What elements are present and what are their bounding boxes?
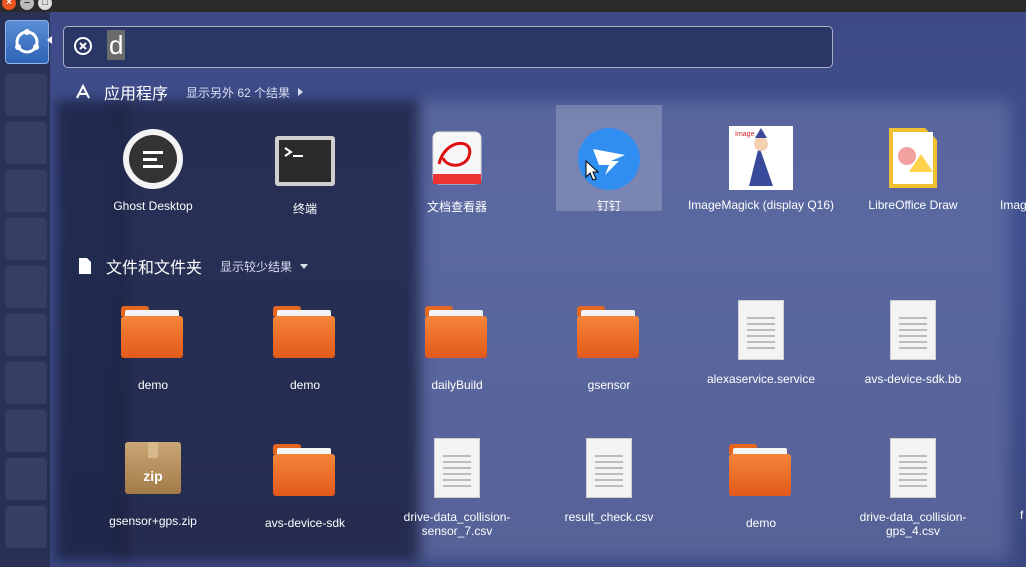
app-imagemagick[interactable]: Image ImageMagick (display Q16) xyxy=(686,126,836,212)
terminal-icon xyxy=(273,130,337,194)
app-label: 终端 xyxy=(292,202,317,216)
file-item[interactable]: f xyxy=(990,436,1026,522)
launcher-settings-icon[interactable] xyxy=(5,266,47,308)
file-item[interactable]: zip gsensor+gps.zip xyxy=(78,436,228,528)
app-ghost-desktop[interactable]: Ghost Desktop xyxy=(78,127,228,213)
file-item[interactable]: dailyBuild xyxy=(382,298,532,392)
mouse-cursor-icon xyxy=(585,160,599,181)
clear-search-icon[interactable] xyxy=(74,37,92,55)
file-category-icon xyxy=(79,258,91,274)
app-label: Ghost Desktop xyxy=(113,199,193,213)
launcher-amazon-icon[interactable] xyxy=(5,218,47,260)
file-item[interactable]: avs-device-sdk xyxy=(230,436,380,530)
launcher-chrome-icon[interactable] xyxy=(5,314,47,356)
file-label: avs-device-sdk.bb xyxy=(864,372,962,386)
file-item[interactable]: drive-data_collision-gps_4.csv xyxy=(838,436,988,538)
ubuntu-logo-icon xyxy=(15,29,39,54)
search-box[interactable]: d xyxy=(63,26,833,68)
folder-icon xyxy=(273,306,337,370)
file-item[interactable]: demo xyxy=(686,436,836,530)
close-window-button[interactable]: × xyxy=(2,0,16,10)
dash-indicator-icon xyxy=(47,36,52,44)
app-dingtalk[interactable]: 钉钉 xyxy=(534,127,684,213)
file-label: demo xyxy=(137,378,169,392)
libreoffice-draw-icon xyxy=(881,126,945,190)
app-image-viewer[interactable]: Imag xyxy=(990,126,1026,212)
launcher-terminal-icon[interactable] xyxy=(5,362,47,404)
launcher-app-icon[interactable] xyxy=(5,506,47,548)
file-item[interactable]: drive-data_collision-sensor_7.csv xyxy=(382,436,532,538)
applications-title: 应用程序 xyxy=(104,86,169,103)
launcher-firefox-icon[interactable] xyxy=(5,122,47,164)
text-file-icon xyxy=(577,438,641,502)
files-header: 文件和文件夹 显示较少结果 xyxy=(76,254,309,278)
file-label: dailyBuild xyxy=(431,378,483,392)
file-label: result_check.csv xyxy=(564,510,654,524)
imagemagick-icon: Image xyxy=(729,126,793,190)
file-item[interactable]: result_check.csv xyxy=(534,436,684,524)
text-file-icon xyxy=(425,438,489,502)
file-label: gsensor xyxy=(587,378,631,392)
text-file-icon xyxy=(881,438,945,502)
app-label: 钉钉 xyxy=(596,199,621,213)
file-label: drive-data_collision-sensor_7.csv xyxy=(403,510,511,538)
launcher-files-icon[interactable] xyxy=(5,74,47,116)
applications-header: 应用程序 显示另外 62 个结果 xyxy=(74,80,304,104)
zip-archive-icon: zip xyxy=(121,442,185,506)
window-controls: × – □ xyxy=(2,0,52,10)
file-label: drive-data_collision-gps_4.csv xyxy=(859,510,967,538)
folder-icon xyxy=(425,306,489,370)
minimize-window-button[interactable]: – xyxy=(20,0,34,10)
file-label: avs-device-sdk xyxy=(264,516,346,530)
files-title: 文件和文件夹 xyxy=(106,260,203,277)
document-viewer-icon xyxy=(425,128,489,192)
app-terminal[interactable]: 终端 xyxy=(230,130,380,216)
search-input[interactable]: d xyxy=(107,30,126,60)
app-label: ImageMagick (display Q16) xyxy=(687,198,835,212)
app-label: 文档查看器 xyxy=(426,200,487,214)
applications-category-icon xyxy=(76,83,90,99)
launcher-app-icon[interactable] xyxy=(5,410,47,452)
launcher-software-icon[interactable] xyxy=(5,170,47,212)
launcher-vscode-icon[interactable] xyxy=(5,458,47,500)
svg-text:Image: Image xyxy=(735,131,755,138)
chevron-right-icon[interactable] xyxy=(298,88,304,96)
file-item[interactable]: demo xyxy=(230,298,380,392)
app-label: LibreOffice Draw xyxy=(868,198,958,212)
file-label: f xyxy=(1020,508,1024,522)
top-panel xyxy=(0,0,1026,12)
ghost-desktop-icon xyxy=(121,127,185,191)
file-item[interactable]: gsensor xyxy=(534,298,684,392)
app-document-viewer[interactable]: 文档查看器 xyxy=(382,128,532,214)
show-more-apps-link[interactable]: 显示另外 62 个结果 xyxy=(186,84,290,101)
launcher xyxy=(0,12,50,567)
folder-icon xyxy=(729,444,793,508)
image-viewer-icon xyxy=(990,126,1026,190)
folder-icon xyxy=(273,444,337,508)
text-file-icon xyxy=(881,300,945,364)
file-item[interactable]: avs-device-sdk.bb xyxy=(838,298,988,386)
text-file-icon xyxy=(729,300,793,364)
app-libreoffice-draw[interactable]: LibreOffice Draw xyxy=(838,126,988,212)
folder-icon xyxy=(577,306,641,370)
file-label: gsensor+gps.zip xyxy=(109,514,197,528)
file-item[interactable]: alexaservice.service xyxy=(686,298,836,386)
file-item[interactable]: demo xyxy=(78,298,228,392)
chevron-down-icon[interactable] xyxy=(300,263,309,269)
folder-icon xyxy=(121,306,185,370)
dash-button[interactable] xyxy=(5,20,49,64)
file-label: alexaservice.service xyxy=(706,372,816,386)
app-label: Imag xyxy=(1000,198,1026,212)
maximize-window-button[interactable]: □ xyxy=(38,0,52,10)
file-label: demo xyxy=(745,516,777,530)
file-label: demo xyxy=(289,378,321,392)
text-file-icon xyxy=(993,436,1023,500)
show-fewer-results-link[interactable]: 显示较少结果 xyxy=(220,258,292,275)
